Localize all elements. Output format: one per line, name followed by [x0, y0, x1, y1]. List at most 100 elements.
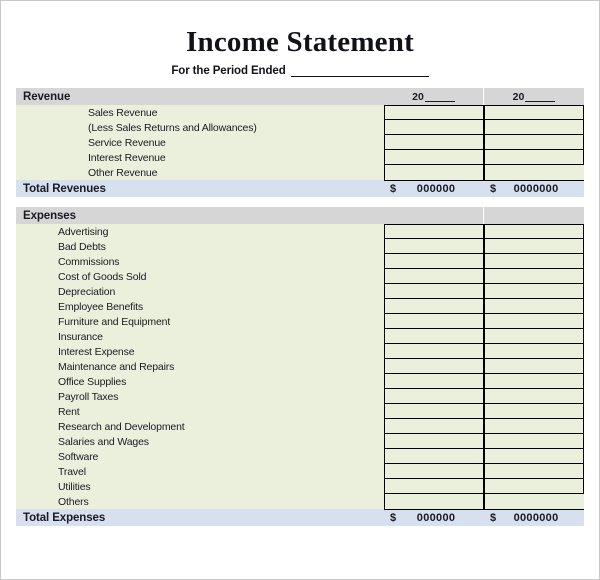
line-item-label: Interest Expense — [58, 345, 135, 358]
total-amount-col2: $0000000 — [484, 180, 584, 198]
amount-input-col2[interactable] — [484, 165, 584, 181]
year-input-1[interactable] — [424, 92, 455, 102]
amount-input-col2[interactable] — [484, 479, 584, 495]
line-item-label: Bad Debts — [58, 240, 106, 253]
amount-input-col1[interactable] — [384, 105, 484, 121]
line-item-label: Commissions — [58, 255, 120, 268]
year-prefix: 20 — [412, 90, 424, 103]
amount-input-col1[interactable] — [384, 135, 484, 151]
amount-input-col1[interactable] — [384, 434, 484, 450]
line-item-label: Depreciation — [58, 285, 116, 298]
line-item-label: Insurance — [58, 330, 103, 343]
line-item-row: Rent — [16, 404, 584, 420]
section-header-revenue: Revenue 20 20 — [16, 88, 584, 106]
amount-input-col1[interactable] — [384, 359, 484, 375]
period-input-blank[interactable] — [290, 64, 429, 78]
title-block: Income Statement For the Period Ended — [1, 1, 599, 78]
amount-input-col2[interactable] — [484, 105, 584, 121]
line-item-row: Software — [16, 449, 584, 465]
amount-input-col2[interactable] — [484, 329, 584, 345]
amount-input-col2[interactable] — [484, 299, 584, 315]
amount-input-col2[interactable] — [484, 464, 584, 480]
amount-input-col2[interactable] — [484, 494, 584, 510]
amount-input-col2[interactable] — [484, 419, 584, 435]
amount-input-col1[interactable] — [384, 239, 484, 255]
line-item-row: Bad Debts — [16, 239, 584, 255]
amount-input-col2[interactable] — [484, 254, 584, 270]
amount-input-col1[interactable] — [384, 150, 484, 166]
amount-input-col2[interactable] — [484, 135, 584, 151]
amount-input-col2[interactable] — [484, 120, 584, 136]
line-item-row: Employee Benefits — [16, 299, 584, 315]
line-item-label: Sales Revenue — [88, 106, 158, 119]
amount-input-col1[interactable] — [384, 404, 484, 420]
page-title: Income Statement — [186, 26, 414, 58]
total-label: Total Revenues — [23, 182, 106, 195]
amount-input-col2[interactable] — [484, 344, 584, 360]
amount-input-col1[interactable] — [384, 449, 484, 465]
amount-input-col1[interactable] — [384, 419, 484, 435]
amount-input-col1[interactable] — [384, 284, 484, 300]
line-item-label: Maintenance and Repairs — [58, 360, 175, 373]
total-amount-col1: $000000 — [384, 509, 484, 527]
section-header-label: Revenue — [23, 90, 71, 103]
amount-input-col1[interactable] — [384, 329, 484, 345]
amount-input-col1[interactable] — [384, 479, 484, 495]
column-header-1: 20 — [384, 88, 484, 106]
amount-input-col1[interactable] — [384, 299, 484, 315]
line-item-label: Other Revenue — [88, 166, 158, 179]
total-row-expenses: Total Expenses $000000 $0000000 — [16, 509, 584, 527]
amount-input-col2[interactable] — [484, 404, 584, 420]
income-statement-page: Income Statement For the Period Ended Re… — [0, 0, 600, 580]
total-amount-value: 000000 — [416, 512, 456, 525]
amount-input-col1[interactable] — [384, 224, 484, 240]
line-item-row: Utilities — [16, 479, 584, 495]
amount-input-col2[interactable] — [484, 389, 584, 405]
column-header-1 — [384, 207, 484, 225]
total-amount-col1: $000000 — [384, 180, 484, 198]
line-item-label: Advertising — [58, 225, 109, 238]
amount-input-col1[interactable] — [384, 254, 484, 270]
line-item-row: Sales Revenue — [16, 105, 584, 121]
line-item-row: Payroll Taxes — [16, 389, 584, 405]
amount-input-col1[interactable] — [384, 374, 484, 390]
period-line: For the Period Ended — [1, 64, 599, 78]
amount-input-col1[interactable] — [384, 165, 484, 181]
amount-input-col2[interactable] — [484, 374, 584, 390]
amount-input-col1[interactable] — [384, 314, 484, 330]
line-item-row: Maintenance and Repairs — [16, 359, 584, 375]
amount-input-col1[interactable] — [384, 120, 484, 136]
line-item-label: Interest Revenue — [88, 151, 166, 164]
line-item-row: Cost of Goods Sold — [16, 269, 584, 285]
amount-input-col2[interactable] — [484, 150, 584, 166]
amount-input-col1[interactable] — [384, 344, 484, 360]
amount-input-col2[interactable] — [484, 449, 584, 465]
statement-table: Revenue 20 20 Sales Revenue (Less Sales Retu… — [16, 88, 584, 527]
amount-input-col1[interactable] — [384, 494, 484, 510]
amount-input-col2[interactable] — [484, 314, 584, 330]
line-item-row: Interest Expense — [16, 344, 584, 360]
line-item-label: Salaries and Wages — [58, 435, 149, 448]
amount-input-col2[interactable] — [484, 284, 584, 300]
line-item-row: Interest Revenue — [16, 150, 584, 166]
section-header-label: Expenses — [23, 209, 76, 222]
amount-input-col2[interactable] — [484, 434, 584, 450]
amount-input-col1[interactable] — [384, 269, 484, 285]
line-item-label: Utilities — [58, 480, 91, 493]
line-item-label: Rent — [58, 405, 80, 418]
amount-input-col2[interactable] — [484, 359, 584, 375]
total-label: Total Expenses — [23, 511, 106, 524]
amount-input-col2[interactable] — [484, 224, 584, 240]
amount-input-col2[interactable] — [484, 239, 584, 255]
year-input-2[interactable] — [525, 92, 556, 102]
line-item-row: (Less Sales Returns and Allowances) — [16, 120, 584, 136]
line-item-row: Depreciation — [16, 284, 584, 300]
line-item-row: Office Supplies — [16, 374, 584, 390]
amount-input-col2[interactable] — [484, 269, 584, 285]
line-item-label: Employee Benefits — [58, 300, 143, 313]
line-item-label: Research and Development — [58, 420, 185, 433]
amount-input-col1[interactable] — [384, 464, 484, 480]
section-revenue: Revenue 20 20 Sales Revenue (Less Sales Retu… — [16, 88, 584, 198]
period-label: For the Period Ended — [171, 65, 286, 78]
amount-input-col1[interactable] — [384, 389, 484, 405]
